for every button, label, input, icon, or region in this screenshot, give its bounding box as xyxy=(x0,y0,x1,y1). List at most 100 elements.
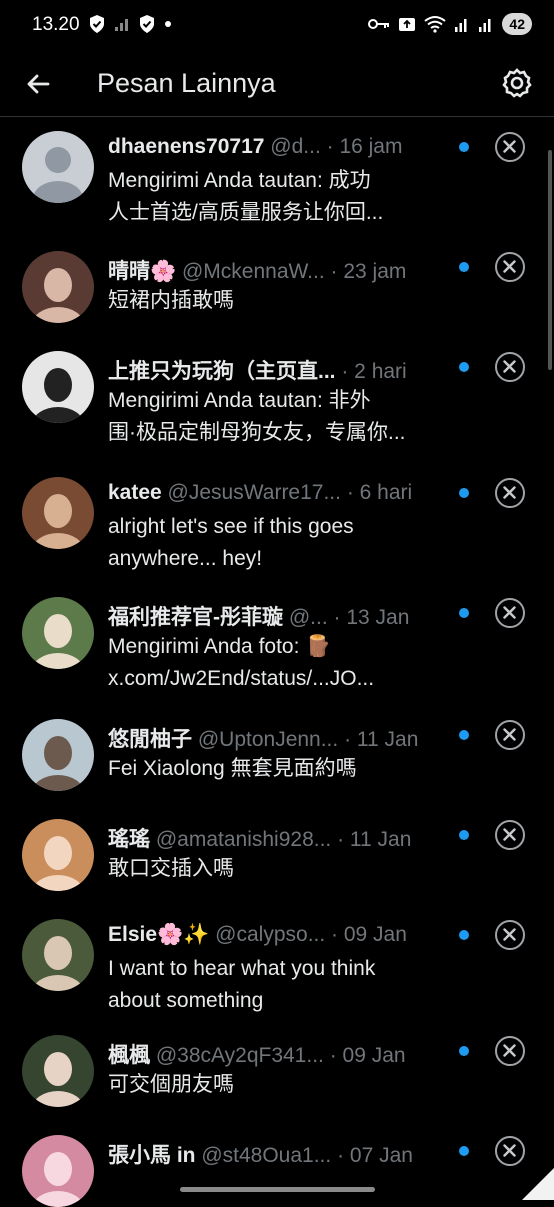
gear-icon[interactable] xyxy=(500,66,534,100)
message-time: · 16 jam xyxy=(320,135,403,158)
unread-dot xyxy=(459,730,469,740)
message-preview: Mengirimi Anda foto: 🪵 x.com/Jw2End/statu… xyxy=(108,631,438,695)
unread-dot xyxy=(459,830,469,840)
conversation-header: 瑤瑤 @amatanishi928... · 11 Jan xyxy=(108,823,483,853)
dismiss-button[interactable] xyxy=(495,1036,525,1066)
sender-handle: @... xyxy=(283,606,328,629)
unread-dot xyxy=(459,488,469,498)
conversation-header: 福利推荐官-彤菲璇 @... · 13 Jan xyxy=(108,601,483,631)
sender-name: 悠閒柚子 xyxy=(108,728,192,751)
message-line: 短裙内插敢嗎 xyxy=(108,289,234,312)
message-preview: Mengirimi Anda tautan: 成功 人士首选/高质量服务让你回..… xyxy=(108,165,438,229)
avatar[interactable] xyxy=(22,477,94,549)
message-preview: Fei Xiaolong 無套見面約嗎 xyxy=(108,753,438,785)
shield-check-icon xyxy=(90,15,104,33)
close-icon xyxy=(503,486,516,499)
battery-indicator: 42 xyxy=(502,13,532,35)
avatar[interactable] xyxy=(22,251,94,323)
avatar[interactable] xyxy=(22,1135,94,1207)
gesture-nav-handle[interactable] xyxy=(180,1187,375,1192)
unread-dot xyxy=(459,930,469,940)
avatar[interactable] xyxy=(22,919,94,991)
message-time: · 09 Jan xyxy=(325,923,407,946)
profile-photo xyxy=(22,919,94,991)
message-time: · 6 hari xyxy=(340,481,413,504)
message-time: · 11 Jan xyxy=(331,828,412,851)
unread-dot xyxy=(459,362,469,372)
dismiss-button[interactable] xyxy=(495,598,525,628)
conversation-header: dhaenens70717 @d... · 16 jam xyxy=(108,135,483,159)
avatar[interactable] xyxy=(22,1035,94,1107)
close-icon xyxy=(503,260,516,273)
avatar[interactable] xyxy=(22,597,94,669)
profile-photo xyxy=(22,351,94,423)
conversation-header: katee @JesusWarre17... · 6 hari xyxy=(108,481,483,505)
message-line: alright let's see if this goes xyxy=(108,515,354,538)
avatar[interactable] xyxy=(22,719,94,791)
message-time: · 2 hari xyxy=(335,360,407,383)
sender-handle: @d... xyxy=(264,135,321,158)
sender-name: Elsie🌸✨ xyxy=(108,923,210,946)
conversation-header: 張小馬 in @st48Oua1... · 07 Jan xyxy=(108,1139,483,1169)
message-line: 人士首选/高质量服务让你回... xyxy=(108,201,384,224)
profile-photo xyxy=(22,477,94,549)
message-line: Fei Xiaolong 無套見面約嗎 xyxy=(108,757,357,780)
sender-name: dhaenens70717 xyxy=(108,135,265,158)
message-preview: 短裙内插敢嗎 xyxy=(108,285,438,317)
profile-photo xyxy=(22,719,94,791)
sender-name: 上推只为玩狗（主页直... xyxy=(108,360,336,383)
message-time: · 13 Jan xyxy=(327,606,410,629)
unread-dot xyxy=(459,608,469,618)
conversation-header: 楓楓 @38cAy2qF341... · 09 Jan xyxy=(108,1039,483,1069)
dismiss-button[interactable] xyxy=(495,352,525,382)
sender-handle: @MckennaW... xyxy=(176,260,325,283)
message-line: x.com/Jw2End/status/...JO... xyxy=(108,667,375,690)
dismiss-button[interactable] xyxy=(495,1136,525,1166)
close-icon xyxy=(503,140,516,153)
sender-handle: @amatanishi928... xyxy=(150,828,332,851)
scrollbar-thumb[interactable] xyxy=(548,150,552,370)
dismiss-button[interactable] xyxy=(495,252,525,282)
message-time: · 09 Jan xyxy=(323,1044,406,1067)
close-icon xyxy=(503,828,516,841)
default-avatar-icon xyxy=(22,131,94,203)
message-line: 围·极品定制母狗女友，专属你... xyxy=(108,421,406,444)
dismiss-button[interactable] xyxy=(495,920,525,950)
signal-r-icon xyxy=(455,19,467,32)
message-time: · 11 Jan xyxy=(338,728,419,751)
sender-name: 張小馬 in xyxy=(108,1144,196,1167)
sender-handle: @JesusWarre17... xyxy=(161,481,341,504)
close-icon xyxy=(503,360,516,373)
message-line: Mengirimi Anda foto: 🪵 xyxy=(108,635,332,658)
back-arrow-icon[interactable] xyxy=(22,68,54,100)
close-icon xyxy=(503,728,516,741)
message-preview: Mengirimi Anda tautan: 非外围·极品定制母狗女友，专属你.… xyxy=(108,385,438,449)
message-time: · 07 Jan xyxy=(331,1144,413,1167)
unread-dot xyxy=(459,1146,469,1156)
dismiss-button[interactable] xyxy=(495,132,525,162)
shield-check-icon xyxy=(140,15,154,33)
sender-handle: @38cAy2qF341... xyxy=(150,1044,324,1067)
message-line: 敢口交插入嗎 xyxy=(108,857,234,880)
upload-box-icon xyxy=(399,18,416,31)
message-line: Mengirimi Anda tautan: 非外 xyxy=(108,389,371,412)
unread-dot xyxy=(459,142,469,152)
message-preview: I want to hear what you think about somet… xyxy=(108,953,438,1017)
avatar[interactable] xyxy=(22,351,94,423)
unread-dot xyxy=(459,1046,469,1056)
signal-small-icon xyxy=(115,19,128,31)
avatar[interactable] xyxy=(22,819,94,891)
unread-dot xyxy=(459,262,469,272)
message-line: I want to hear what you think xyxy=(108,957,376,980)
message-preview: 可交個朋友嗎 xyxy=(108,1069,438,1101)
avatar[interactable] xyxy=(22,131,94,203)
status-right-icons: 42 xyxy=(368,13,532,35)
message-line: anywhere... hey! xyxy=(108,547,263,570)
dismiss-button[interactable] xyxy=(495,478,525,508)
dismiss-button[interactable] xyxy=(495,820,525,850)
sender-name: 瑤瑤 xyxy=(108,828,150,851)
profile-photo xyxy=(22,597,94,669)
dismiss-button[interactable] xyxy=(495,720,525,750)
conversation-header: 上推只为玩狗（主页直... · 2 hari xyxy=(108,355,483,385)
profile-photo xyxy=(22,1135,94,1207)
